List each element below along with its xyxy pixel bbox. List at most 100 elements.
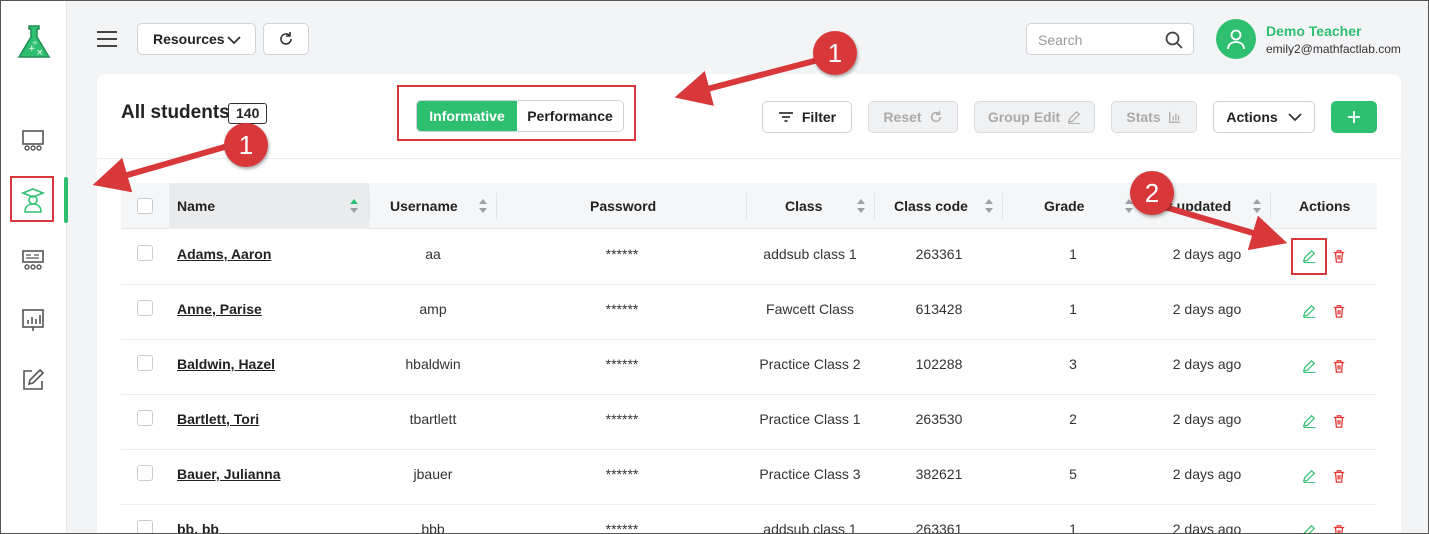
search-input[interactable] <box>1038 32 1158 48</box>
student-name-link[interactable]: Bauer, Julianna <box>177 466 280 482</box>
row-checkbox[interactable] <box>137 245 153 261</box>
edit-student-icon[interactable] <box>1302 414 1318 430</box>
column-actions-label: Actions <box>1299 198 1351 214</box>
student-name-link[interactable]: Adams, Aaron <box>177 246 271 262</box>
student-name-link[interactable]: Bartlett, Tori <box>177 411 259 427</box>
search-icon[interactable] <box>1165 31 1183 49</box>
avatar[interactable] <box>1216 19 1256 59</box>
cell-class-code: 613428 <box>915 301 963 317</box>
highlight-box-students <box>10 176 54 222</box>
pencil-icon <box>1068 110 1081 124</box>
student-count-badge: 140 <box>228 103 268 124</box>
sort-icon[interactable] <box>1253 199 1261 213</box>
cell-username: jbauer <box>413 466 453 482</box>
delete-student-icon[interactable] <box>1332 469 1348 485</box>
svg-text:×: × <box>36 48 44 58</box>
cell-class: Practice Class 3 <box>759 466 861 482</box>
mathfactlab-logo-icon[interactable]: + × ÷ <box>14 23 54 61</box>
student-name-link[interactable]: Baldwin, Hazel <box>177 356 275 372</box>
cell-password: ****** <box>605 411 639 427</box>
search-box[interactable] <box>1026 23 1194 55</box>
edit-student-icon[interactable] <box>1302 469 1318 485</box>
delete-student-icon[interactable] <box>1332 304 1348 320</box>
refresh-button[interactable] <box>263 23 309 55</box>
cell-username: hbaldwin <box>405 356 461 372</box>
cell-password: ****** <box>605 521 639 534</box>
cell-grade: 1 <box>1069 301 1077 317</box>
cell-username: tbartlett <box>409 411 457 427</box>
bar-chart-icon <box>1168 111 1180 123</box>
column-separator <box>369 193 370 219</box>
reset-label: Reset <box>883 109 922 125</box>
cell-last-updated: 2 days ago <box>1172 466 1242 482</box>
add-student-button[interactable] <box>1331 101 1377 133</box>
cell-password: ****** <box>605 301 639 317</box>
select-all-checkbox[interactable] <box>137 198 153 214</box>
callout-2-edit: 2 <box>1130 171 1174 215</box>
sidebar-item-classes[interactable] <box>15 123 51 159</box>
filter-button[interactable]: Filter <box>762 101 852 133</box>
user-icon <box>1227 29 1245 50</box>
edit-square-icon <box>23 368 45 390</box>
column-header-name[interactable]: Name <box>169 183 369 229</box>
plus-icon <box>1348 111 1360 123</box>
edit-student-icon[interactable] <box>1302 359 1318 375</box>
cell-username: amp <box>419 301 447 317</box>
group-edit-button[interactable]: Group Edit <box>974 101 1095 133</box>
column-header-username[interactable]: Username <box>390 183 458 229</box>
sort-icon[interactable] <box>479 199 487 213</box>
delete-student-icon[interactable] <box>1332 414 1348 430</box>
column-header-class-code[interactable]: Class code <box>894 183 968 229</box>
cell-username: bbb <box>421 521 445 534</box>
cell-class-code: 263361 <box>915 521 963 534</box>
column-header-password: Password <box>590 183 656 229</box>
column-header-class[interactable]: Class <box>785 183 822 229</box>
column-name-label: Name <box>177 198 216 214</box>
hamburger-menu-icon[interactable] <box>96 30 118 48</box>
student-name-link[interactable]: Anne, Parise <box>177 301 262 317</box>
row-checkbox[interactable] <box>137 300 153 316</box>
column-separator <box>874 193 875 219</box>
refresh-icon <box>280 32 292 45</box>
chevron-down-icon <box>1288 113 1302 122</box>
stats-label: Stats <box>1126 109 1161 125</box>
cell-class-code: 102288 <box>915 356 963 372</box>
actions-dropdown[interactable]: Actions <box>1213 101 1315 133</box>
column-header-grade[interactable]: Grade <box>1044 183 1084 229</box>
sidebar-item-reports[interactable] <box>15 302 51 338</box>
column-password-label: Password <box>590 198 657 214</box>
highlight-box-edit <box>1291 238 1327 275</box>
sidebar-item-assignments[interactable] <box>15 362 51 398</box>
column-header-actions: Actions <box>1299 183 1350 229</box>
sort-icon[interactable] <box>985 199 993 213</box>
sidebar-item-groups[interactable] <box>15 243 51 279</box>
delete-student-icon[interactable] <box>1332 359 1348 375</box>
row-checkbox[interactable] <box>137 520 153 534</box>
delete-student-icon[interactable] <box>1332 249 1348 265</box>
student-name-link[interactable]: bb, bb <box>177 521 219 534</box>
row-checkbox[interactable] <box>137 410 153 426</box>
reset-button[interactable]: Reset <box>868 101 958 133</box>
column-separator <box>1270 193 1271 219</box>
page-title: All students <box>121 102 230 123</box>
group-edit-label: Group Edit <box>987 109 1061 125</box>
cell-last-updated: 2 days ago <box>1172 521 1242 534</box>
sort-icon[interactable] <box>857 199 865 213</box>
sidebar: + × ÷ <box>1 1 68 533</box>
edit-student-icon[interactable] <box>1302 524 1318 534</box>
resources-dropdown[interactable]: Resources <box>137 23 256 55</box>
filter-icon <box>778 112 793 122</box>
report-chart-icon <box>22 309 44 331</box>
sort-asc-icon[interactable] <box>350 199 358 213</box>
delete-student-icon[interactable] <box>1332 524 1348 534</box>
stats-button[interactable]: Stats <box>1111 101 1197 133</box>
svg-text:÷: ÷ <box>32 39 38 47</box>
cell-last-updated: 2 days ago <box>1172 246 1242 262</box>
cell-username: aa <box>425 246 441 262</box>
row-checkbox[interactable] <box>137 355 153 371</box>
row-checkbox[interactable] <box>137 465 153 481</box>
callout-1-view-toggle: 1 <box>813 31 857 75</box>
edit-student-icon[interactable] <box>1302 304 1318 320</box>
column-separator <box>496 193 497 219</box>
cell-grade: 5 <box>1069 466 1077 482</box>
